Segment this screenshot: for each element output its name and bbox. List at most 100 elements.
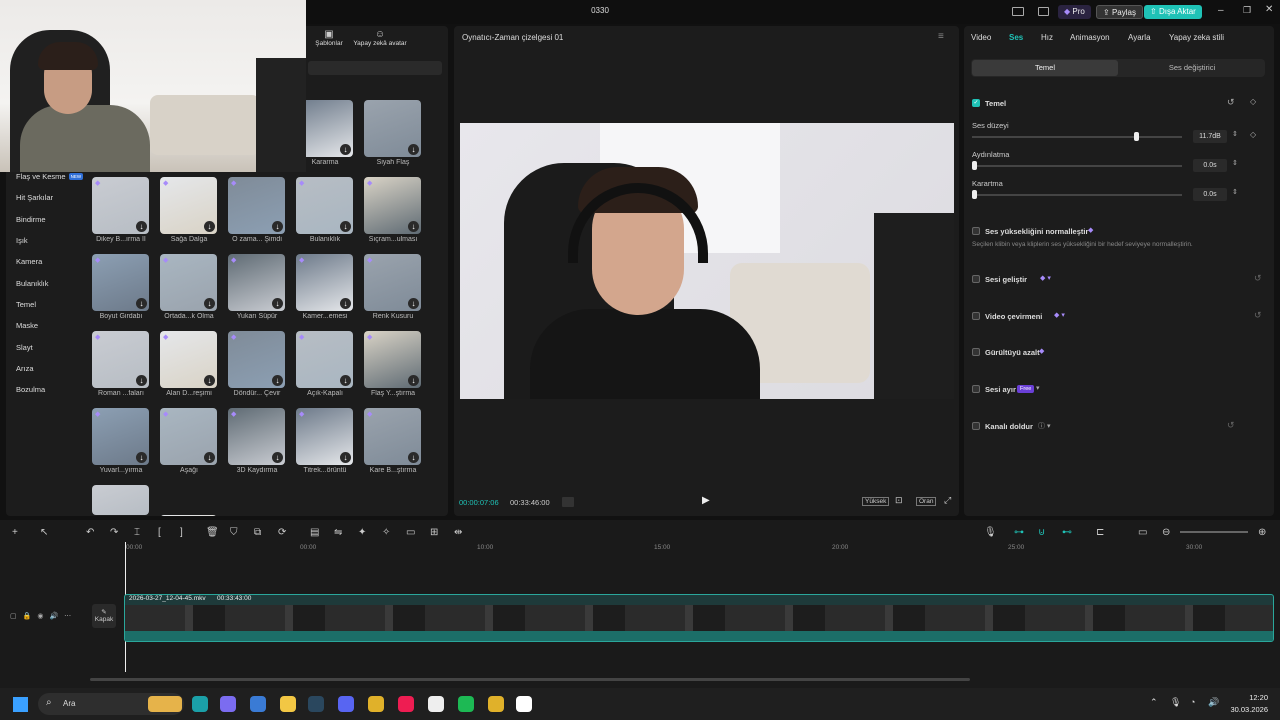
timecode-icon[interactable]	[562, 497, 574, 507]
effect-card[interactable]: ◆ ↓ Roman ...faları	[92, 331, 150, 397]
ratio-button[interactable]: Oran	[916, 497, 937, 506]
download-icon[interactable]: ↓	[408, 375, 419, 386]
zoom-slider[interactable]	[1180, 531, 1248, 533]
effect-card[interactable]: ◆ ↓ Kare B...ştırma	[364, 408, 422, 474]
basic-checkbox[interactable]: ✓	[972, 99, 980, 107]
ai-avatar-tab[interactable]: ☺ Yapay zekâ avatar	[349, 29, 411, 47]
add-icon[interactable]: +	[12, 527, 18, 538]
effect-card[interactable]: ◆ ↓ Kamer...emesi	[296, 254, 354, 320]
shield-icon[interactable]: ⛉	[230, 527, 238, 538]
download-icon[interactable]: ↓	[272, 221, 283, 232]
download-icon[interactable]: ↓	[340, 298, 351, 309]
effect-card[interactable]: ◆ ↓ Aşağı	[160, 408, 218, 474]
video-clip[interactable]: 2026-03-27_12-04-45.mkv 00:33:43:00	[124, 594, 1274, 642]
minimize-icon[interactable]: –	[1218, 5, 1224, 16]
clock-date[interactable]: 30.03.2026	[1224, 705, 1268, 714]
inspector-tab[interactable]: Video	[971, 33, 991, 42]
close-icon[interactable]: ✕	[1265, 4, 1273, 15]
effect-card[interactable]: ◆ ↓ Boyut Girdabı	[92, 254, 150, 320]
keyframe-icon[interactable]: ◇	[1250, 97, 1256, 106]
copilot-icon[interactable]	[220, 696, 236, 712]
undo-icon[interactable]: ↶	[86, 527, 94, 538]
templates-tab[interactable]: ▣ Şablonlar	[312, 29, 346, 47]
spotify-icon[interactable]	[458, 696, 474, 712]
volume-slider[interactable]	[972, 136, 1182, 138]
download-icon[interactable]: ↓	[340, 452, 351, 463]
wifi-icon[interactable]: ◔	[1190, 697, 1195, 707]
fill-reset-icon[interactable]: ↺	[1227, 420, 1235, 431]
clock-time[interactable]: 12:20	[1240, 693, 1268, 702]
effect-card[interactable]: ◆ ↓ Yuvarl...yırma	[92, 408, 150, 474]
category-item[interactable]: Kamera	[6, 251, 86, 272]
chrome-alt-icon[interactable]	[488, 696, 504, 712]
enhance-checkbox[interactable]	[972, 275, 980, 283]
download-icon[interactable]: ↓	[408, 221, 419, 232]
denoise-checkbox[interactable]	[972, 348, 980, 356]
snap-icon[interactable]: ⊷	[1062, 527, 1072, 538]
download-icon[interactable]: ↓	[272, 452, 283, 463]
fadein-stepper-icon[interactable]: ⇕	[1232, 159, 1238, 167]
explorer-icon[interactable]	[280, 696, 296, 712]
pro-button[interactable]: ◆ Pro	[1058, 5, 1091, 19]
inspector-tab[interactable]: Ses	[1009, 33, 1023, 42]
download-icon[interactable]: ↓	[340, 144, 351, 155]
freeze-icon[interactable]: ▤	[310, 527, 319, 538]
fadeout-value[interactable]: 0.0s	[1193, 188, 1227, 201]
fadein-value[interactable]: 0.0s	[1193, 159, 1227, 172]
fullscreen-icon[interactable]: ⤢	[944, 495, 951, 506]
category-item[interactable]: Temel	[6, 294, 86, 315]
discord-icon[interactable]	[338, 696, 354, 712]
preview-icon[interactable]: ⊏	[1096, 527, 1104, 538]
caption-view-icon[interactable]: ▭	[1138, 527, 1147, 538]
category-item[interactable]: Hit Şarkılar	[6, 187, 86, 208]
mic-icon[interactable]: 🎙	[984, 527, 997, 538]
tiktok-icon[interactable]	[398, 696, 414, 712]
separate-dropdown-icon[interactable]: ▾	[1036, 384, 1040, 392]
select-icon[interactable]: ↖	[40, 527, 48, 538]
category-item[interactable]: Bulanıklık	[6, 272, 86, 293]
trim-left-icon[interactable]: [	[158, 527, 161, 538]
trim-right-icon[interactable]: ]	[180, 527, 183, 538]
translate-checkbox[interactable]	[972, 312, 980, 320]
shortcut-icon[interactable]	[1038, 7, 1049, 16]
effect-card[interactable]: ◆ ↓ Bulanıklık	[296, 177, 354, 243]
inspector-tab[interactable]: Yapay zeka stili	[1169, 33, 1224, 42]
share-button[interactable]: ⇪ Paylaş	[1096, 5, 1143, 19]
widgets-icon[interactable]	[148, 696, 182, 712]
inspector-tab[interactable]: Hız	[1041, 33, 1053, 42]
category-item[interactable]: Arıza	[6, 358, 86, 379]
edge-icon[interactable]	[192, 696, 208, 712]
ai-icon[interactable]: ✦	[358, 527, 366, 538]
download-icon[interactable]: ↓	[408, 298, 419, 309]
link-icon[interactable]: ⊶	[1014, 527, 1024, 538]
effect-card[interactable]: ◆ ↓ Flaş Y...ştırma	[364, 331, 422, 397]
store-icon[interactable]	[250, 696, 266, 712]
split-icon[interactable]: ⌶	[134, 527, 140, 538]
replace-icon[interactable]: ⊞	[430, 527, 438, 538]
download-icon[interactable]: ↓	[136, 375, 147, 386]
effect-card[interactable]: ◆ ↓ Yukarı Süpür	[228, 254, 286, 320]
translate-reset-icon[interactable]: ↺	[1254, 310, 1262, 321]
volume-icon[interactable]: 🔊	[1208, 697, 1219, 708]
search-bar[interactable]	[308, 61, 442, 75]
auto-cut-icon[interactable]: ⇹	[454, 527, 462, 538]
download-icon[interactable]: ↓	[272, 298, 283, 309]
separate-checkbox[interactable]	[972, 385, 980, 393]
subtab-basic[interactable]: Temel	[972, 60, 1118, 76]
download-icon[interactable]: ↓	[204, 375, 215, 386]
menu-icon[interactable]: ≡	[938, 31, 944, 42]
category-item[interactable]: Slayt	[6, 336, 86, 357]
zoom-out-icon[interactable]: ⊖	[1162, 527, 1170, 538]
normalize-checkbox[interactable]	[972, 227, 980, 235]
effect-card[interactable]: ◆ ↓ Ortada...k Olma	[160, 254, 218, 320]
fadeout-slider[interactable]	[972, 194, 1182, 196]
tray-chevron-icon[interactable]: ⌃	[1150, 697, 1158, 708]
fill-dropdown-icon[interactable]: ⓘ ▾	[1038, 421, 1050, 431]
effect-card[interactable]: ◆ ↓ O zama... Şimdi	[228, 177, 286, 243]
download-icon[interactable]: ↓	[408, 452, 419, 463]
enhance-reset-icon[interactable]: ↺	[1254, 273, 1262, 284]
redo-icon[interactable]: ↷	[110, 527, 118, 538]
layout-icon[interactable]	[1012, 7, 1024, 16]
export-button[interactable]: ⇧ Dışa Aktar	[1144, 5, 1202, 19]
download-icon[interactable]: ↓	[340, 375, 351, 386]
